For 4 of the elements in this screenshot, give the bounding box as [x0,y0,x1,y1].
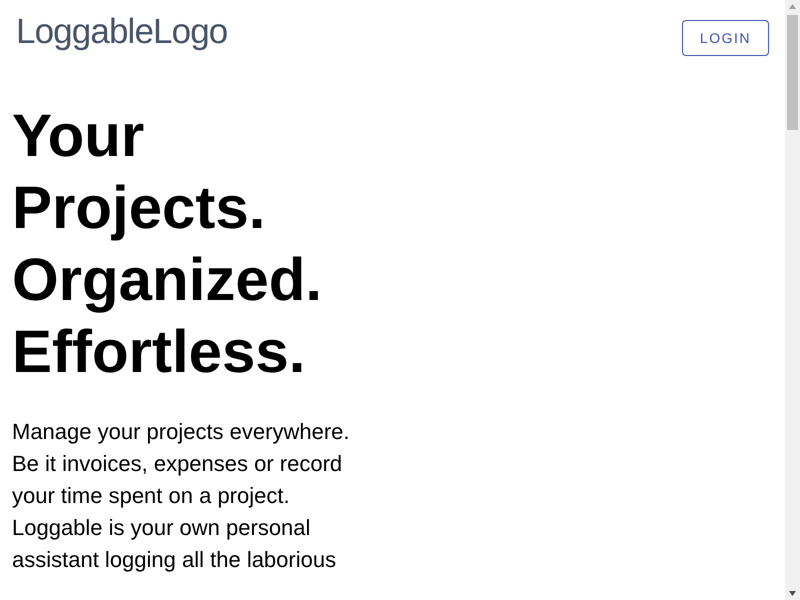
hero-description: Manage your projects everywhere. Be it invoices, expenses or record your time spent on a project. Loggable is your own personal assistant logging all the laborious [12,418,350,574]
login-button[interactable]: LOGIN [682,20,769,56]
hero-headline: Your Projects. Organized. Effortless. [12,101,324,387]
logo-text: LoggableLogo [16,12,228,52]
